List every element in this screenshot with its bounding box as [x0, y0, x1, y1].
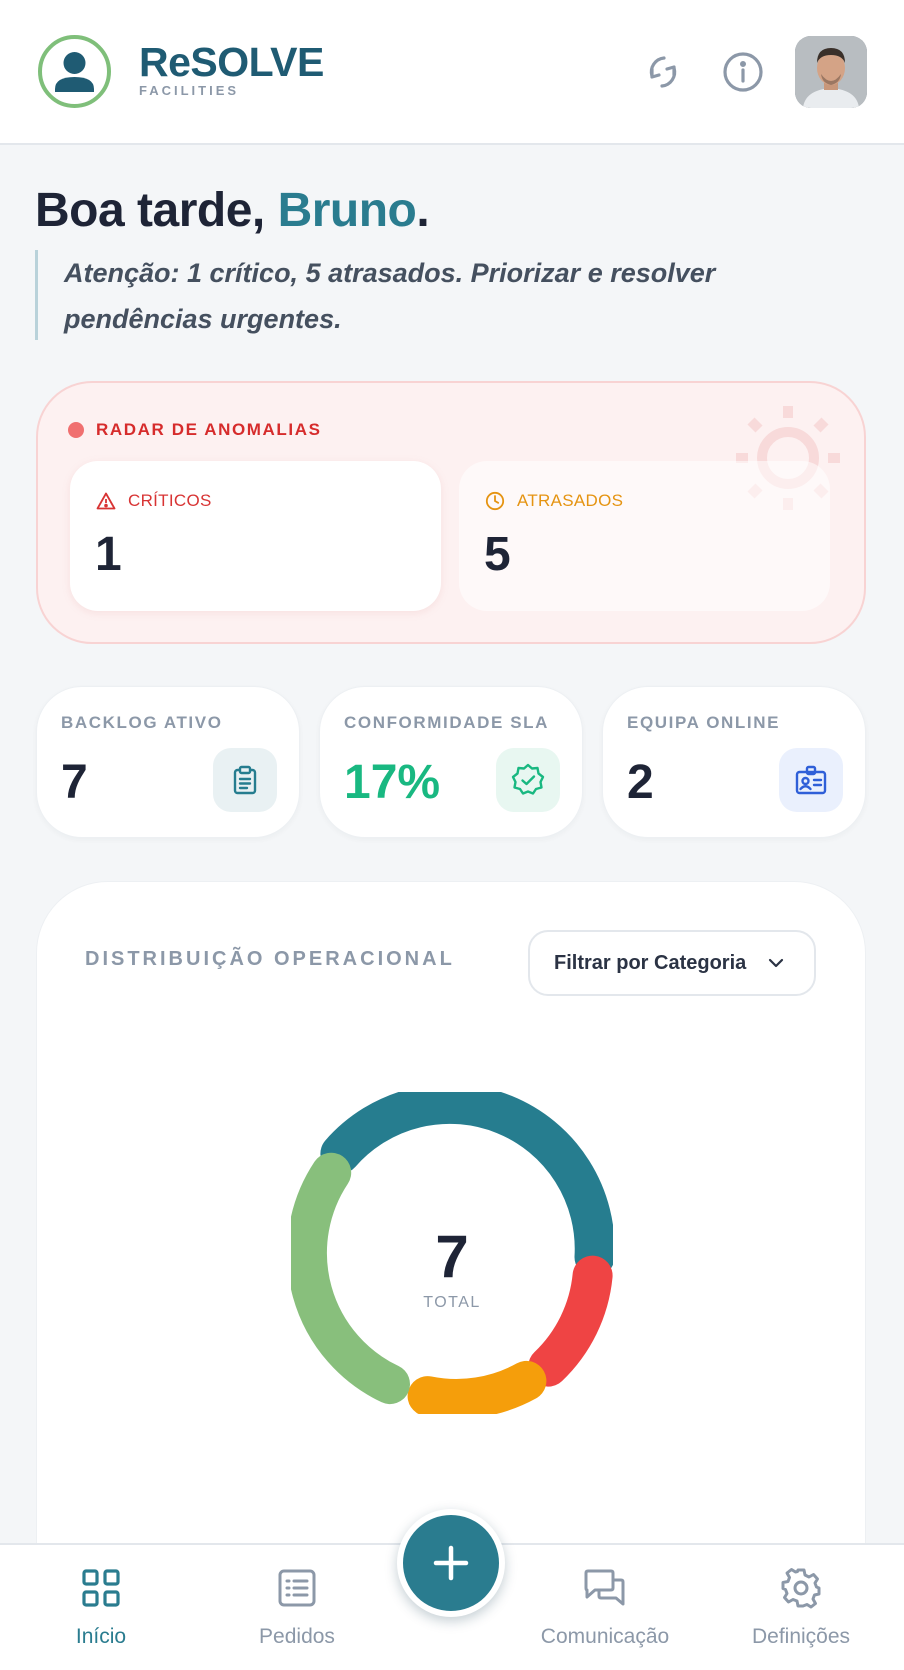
- gear-icon: [721, 1563, 881, 1613]
- late-label: ATRASADOS: [517, 491, 624, 510]
- greeting-suffix: .: [416, 184, 430, 237]
- stat-label: EQUIPA ONLINE: [627, 713, 781, 732]
- user-circle-icon: [38, 35, 111, 108]
- sync-icon[interactable]: [639, 48, 687, 96]
- nav-label: Definições: [751, 1625, 851, 1648]
- status-dot: [68, 422, 84, 438]
- critical-label: CRÍTICOS: [128, 491, 212, 510]
- verified-badge-icon: [496, 748, 560, 812]
- donut-segment-orange: [407, 1360, 547, 1414]
- nav-label: Pedidos: [259, 1625, 335, 1648]
- grid-icon: [21, 1563, 181, 1613]
- stat-value: 17%: [344, 756, 441, 809]
- plus-icon: [433, 1545, 469, 1581]
- clock-icon: [485, 491, 505, 511]
- nav-item-inicio[interactable]: Início: [21, 1563, 181, 1649]
- donut-total-label: TOTAL: [423, 1294, 481, 1311]
- add-request-button[interactable]: [397, 1509, 505, 1617]
- nav-item-comunicacao[interactable]: Comunicação: [525, 1563, 685, 1649]
- info-icon[interactable]: [719, 48, 767, 96]
- radar-title: RADAR DE ANOMALIAS: [68, 420, 322, 440]
- stat-value: 7: [61, 756, 88, 809]
- distribution-card: DISTRIBUIÇÃO OPERACIONAL Filtrar por Cat…: [36, 881, 866, 1601]
- late-value: 5: [484, 528, 511, 581]
- clipboard-icon: [213, 748, 277, 812]
- list-icon: [217, 1563, 377, 1613]
- late-card[interactable]: ATRASADOS 5: [459, 461, 830, 611]
- chevron-down-icon: [769, 958, 784, 968]
- nav-item-definicoes[interactable]: Definições: [721, 1563, 881, 1649]
- stat-backlog[interactable]: BACKLOG ATIVO 7: [36, 686, 300, 838]
- category-filter-dropdown[interactable]: Filtrar por Categoria: [528, 930, 816, 996]
- stat-sla[interactable]: CONFORMIDADE SLA 17%: [319, 686, 583, 838]
- stat-label: BACKLOG ATIVO: [61, 713, 223, 732]
- donut-total-value: 7: [435, 1223, 469, 1290]
- donut-segment-red: [528, 1255, 613, 1387]
- chat-icon: [525, 1563, 685, 1613]
- nav-label: Comunicação: [540, 1625, 670, 1648]
- stat-value: 2: [627, 756, 654, 809]
- priority-notice: Atenção: 1 crítico, 5 atrasados. Prioriz…: [35, 250, 795, 340]
- app-header: ReSOLVE FACILITIES: [0, 0, 904, 145]
- greeting: Boa tarde, Bruno.: [35, 183, 430, 238]
- warning-icon: [96, 492, 116, 510]
- radar-title-text: RADAR DE ANOMALIAS: [96, 420, 322, 439]
- greeting-user-name: Bruno: [277, 184, 417, 237]
- brand-name: ReSOLVE: [139, 39, 324, 85]
- nav-label: Início: [75, 1625, 127, 1648]
- brand-subtitle: FACILITIES: [139, 83, 240, 98]
- anomaly-radar: RADAR DE ANOMALIAS CRÍTICOS 1 ATRASADOS …: [36, 381, 866, 644]
- distribution-title: DISTRIBUIÇÃO OPERACIONAL: [85, 948, 455, 970]
- avatar[interactable]: [795, 36, 867, 108]
- greeting-prefix: Boa tarde,: [35, 184, 278, 237]
- brand: ReSOLVE FACILITIES: [139, 40, 324, 98]
- stat-label: CONFORMIDADE SLA: [344, 713, 550, 732]
- stat-team[interactable]: EQUIPA ONLINE 2: [602, 686, 866, 838]
- id-badge-icon: [779, 748, 843, 812]
- critical-card[interactable]: CRÍTICOS 1: [70, 461, 441, 611]
- nav-item-pedidos[interactable]: Pedidos: [217, 1563, 377, 1649]
- critical-value: 1: [95, 528, 122, 581]
- filter-label: Filtrar por Categoria: [554, 951, 747, 974]
